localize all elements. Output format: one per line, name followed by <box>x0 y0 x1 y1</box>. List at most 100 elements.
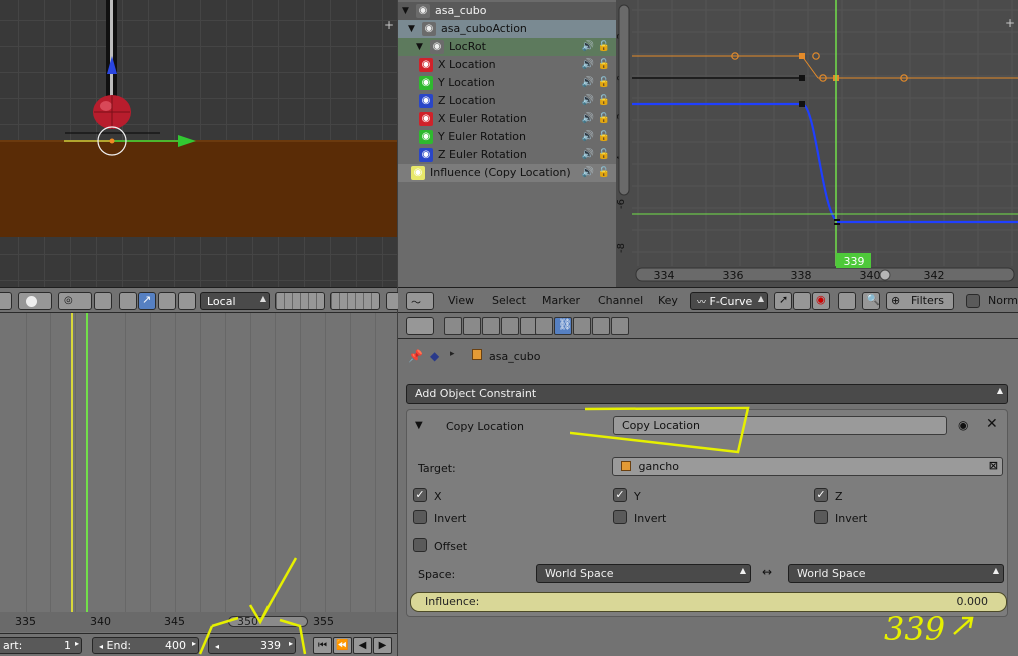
expand-triangle-icon[interactable]: ▼ <box>408 20 415 38</box>
editor-type-button[interactable]: 〜 <box>406 292 434 310</box>
menu-key[interactable]: Key <box>658 294 678 307</box>
annotation-underline-drawing <box>570 406 750 454</box>
offset-checkbox[interactable] <box>413 538 427 552</box>
channel-row[interactable]: ◉ Y Location 🔊 🔓 <box>398 74 616 92</box>
physics-tab-icon[interactable] <box>611 317 629 335</box>
3d-viewport[interactable] <box>0 0 397 287</box>
menu-channel[interactable]: Channel <box>598 294 643 307</box>
pin-icon[interactable]: 📌 <box>408 349 423 363</box>
visibility-eye-icon[interactable]: ◉ <box>419 76 433 90</box>
channel-row[interactable]: ◉ Y Euler Rotation 🔊 🔓 <box>398 128 616 146</box>
play-icon[interactable]: ▶ <box>373 637 392 654</box>
pivot-icon-button[interactable] <box>838 292 856 310</box>
visibility-eye-icon[interactable]: ◉ <box>419 148 433 162</box>
channel-row[interactable]: ▼ ◉ asa_cuboAction <box>398 20 616 38</box>
play-reverse-icon[interactable]: ◀ <box>353 637 372 654</box>
data-tab-icon[interactable] <box>573 317 591 335</box>
auto-snap-icon[interactable]: ◉ <box>812 292 830 310</box>
visibility-eye-icon[interactable]: ◉ <box>419 58 433 72</box>
scale-manipulator-icon[interactable] <box>178 292 196 310</box>
constraints-tab-icon[interactable]: ⛓ <box>554 317 572 335</box>
channel-row[interactable]: ◉ Z Euler Rotation 🔊 🔓 <box>398 146 616 164</box>
menu-select[interactable]: Select <box>492 294 526 307</box>
target-space-dropdown[interactable]: World Space ▲ <box>788 564 1004 583</box>
swap-arrows-icon: ↔ <box>762 565 773 579</box>
invert-y-checkbox[interactable] <box>613 510 627 524</box>
mute-lock-icons[interactable]: 🔊 🔓 <box>582 128 610 146</box>
x-axis-checkbox[interactable]: ✓ <box>413 488 427 502</box>
channel-row[interactable]: ◉ Z Location 🔊 🔓 <box>398 92 616 110</box>
only-selected-icon[interactable]: ➚ <box>774 292 792 310</box>
translate-manipulator-icon[interactable]: ↗ <box>138 292 156 310</box>
channel-row[interactable]: ◉ Influence (Copy Location) 🔊 🔓 <box>398 164 616 182</box>
end-frame-field[interactable]: ◂ End: 400 ▸ <box>92 637 199 654</box>
owner-space-dropdown[interactable]: World Space ▲ <box>536 564 751 583</box>
collapse-triangle-icon[interactable]: ▼ <box>415 420 423 431</box>
render-tab-icon[interactable] <box>444 317 462 335</box>
texture-tab-icon[interactable] <box>592 317 610 335</box>
properties-editor-icon[interactable] <box>406 317 434 335</box>
menu-view[interactable]: View <box>448 294 474 307</box>
visibility-eye-icon[interactable]: ◉ <box>430 40 444 54</box>
channel-row[interactable]: ◉ X Location 🔊 🔓 <box>398 56 616 74</box>
manipulator-toggle[interactable] <box>94 292 112 310</box>
mute-lock-icons[interactable]: 🔊 🔓 <box>582 56 610 74</box>
jump-keyframe-back-icon[interactable]: ⏪ <box>333 637 352 654</box>
mute-lock-icons[interactable]: 🔊 🔓 <box>582 92 610 110</box>
mute-lock-icons[interactable]: 🔊 🔓 <box>582 164 610 182</box>
channel-row[interactable]: ▼ ◉ LocRot 🔊 🔓 <box>398 38 616 56</box>
visibility-eye-icon[interactable]: ◉ <box>416 4 430 18</box>
transform-orientation-dropdown[interactable]: Local ▲ <box>200 292 270 310</box>
eye-visibility-icon[interactable]: ◉ <box>958 418 968 432</box>
zoom-icon[interactable]: 🔍 <box>862 292 880 310</box>
viewport-shading-button[interactable] <box>18 292 52 310</box>
region-expand-icon[interactable]: + <box>1005 16 1015 30</box>
expand-triangle-icon[interactable]: ▼ <box>402 2 409 20</box>
current-frame-line[interactable] <box>86 313 88 613</box>
widget-toggle-icon[interactable] <box>119 292 137 310</box>
mute-lock-icons[interactable]: 🔊 🔓 <box>582 38 610 56</box>
annotation-small-arrow <box>953 616 974 635</box>
z-axis-checkbox[interactable]: ✓ <box>814 488 828 502</box>
rotate-manipulator-icon[interactable] <box>158 292 176 310</box>
visibility-eye-icon[interactable]: ◉ <box>419 94 433 108</box>
y-axis-checkbox[interactable]: ✓ <box>613 488 627 502</box>
delete-constraint-icon[interactable]: ✕ <box>986 416 998 432</box>
expand-triangle-icon[interactable]: ▼ <box>416 38 423 56</box>
target-value: gancho <box>638 460 679 473</box>
influence-slider[interactable]: Influence: 0.000 <box>410 592 1007 612</box>
normalize-checkbox[interactable] <box>966 294 980 308</box>
visibility-eye-icon[interactable]: ◉ <box>419 112 433 126</box>
channel-row[interactable]: ◉ X Euler Rotation 🔊 🔓 <box>398 110 616 128</box>
visibility-eye-icon[interactable]: ◉ <box>411 166 425 180</box>
fcurve-graph[interactable]: 20-2-4-6-8334336338340342339 <box>616 0 1018 287</box>
filters-label: Filters <box>911 294 944 307</box>
clear-target-icon[interactable]: ⊠ <box>989 459 998 472</box>
channel-row[interactable]: ▼ ◉ asa_cubo <box>398 2 616 20</box>
mute-lock-icons[interactable]: 🔊 🔓 <box>582 110 610 128</box>
filters-button[interactable]: ⊕ Filters <box>886 292 954 310</box>
pivot-point-button[interactable]: ◎ <box>58 292 92 310</box>
scene-tab-icon[interactable] <box>482 317 500 335</box>
graph-editor[interactable]: 20-2-4-6-8334336338340342339 <box>616 0 1018 287</box>
layers-grid-2[interactable] <box>330 292 380 310</box>
region-expand-icon[interactable]: + <box>384 18 394 32</box>
ghost-icon[interactable] <box>793 292 811 310</box>
visibility-eye-icon[interactable]: ◉ <box>422 22 436 36</box>
modifiers-tab-icon[interactable] <box>535 317 553 335</box>
layers-grid-1[interactable] <box>275 292 325 310</box>
mute-lock-icons[interactable]: 🔊 🔓 <box>582 146 610 164</box>
graph-editor-icon: 〜 <box>411 298 421 309</box>
mode-dropdown[interactable]: 〰 F-Curve ▲ <box>690 292 768 310</box>
channel-label: Y Euler Rotation <box>438 130 526 143</box>
start-frame-field[interactable]: art: 1 ▸ <box>0 637 82 654</box>
z-axis-label: Z <box>835 490 843 503</box>
render-layers-tab-icon[interactable] <box>463 317 481 335</box>
world-tab-icon[interactable] <box>501 317 519 335</box>
mode-menu-button[interactable] <box>0 292 12 310</box>
invert-z-checkbox[interactable] <box>814 510 828 524</box>
menu-marker[interactable]: Marker <box>542 294 580 307</box>
visibility-eye-icon[interactable]: ◉ <box>419 130 433 144</box>
mute-lock-icons[interactable]: 🔊 🔓 <box>582 74 610 92</box>
invert-x-checkbox[interactable] <box>413 510 427 524</box>
